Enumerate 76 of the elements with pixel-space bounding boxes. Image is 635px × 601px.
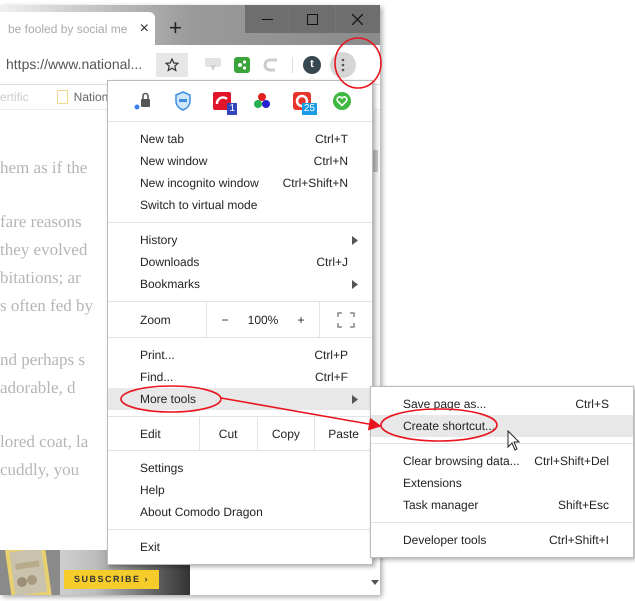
shortcut-text: Ctrl+J xyxy=(316,254,348,271)
menu-item[interactable]: Save page as... Ctrl+S xyxy=(371,393,633,415)
zoom-in-button[interactable]: + xyxy=(283,302,319,337)
menu-item[interactable]: Extensions xyxy=(371,472,633,494)
shortcut-text: Shift+Esc xyxy=(558,497,609,514)
shortcut-text: Ctrl+N xyxy=(314,153,348,170)
article-text: s often fed by xyxy=(0,295,94,317)
submenu-caret-icon xyxy=(352,280,358,288)
menu-item[interactable]: New window Ctrl+N xyxy=(108,150,372,172)
menu-item[interactable]: Exit xyxy=(108,536,372,558)
zoom-label: Zoom xyxy=(139,312,172,328)
colored-dots-icon[interactable] xyxy=(253,92,271,110)
submenu-caret-icon xyxy=(352,394,358,404)
menu-item[interactable]: About Comodo Dragon xyxy=(108,501,372,523)
menu-item[interactable]: Downloads Ctrl+J xyxy=(108,251,372,273)
menu-item[interactable]: Bookmarks xyxy=(108,273,372,295)
scroll-down-icon[interactable] xyxy=(371,580,379,585)
more-vertical-icon xyxy=(341,58,345,72)
tab-close-button[interactable]: × xyxy=(140,20,149,36)
bookmark-star-button[interactable] xyxy=(156,52,188,76)
menu-item[interactable]: Help xyxy=(108,479,372,501)
menu-item[interactable]: Clear browsing data... Ctrl+Shift+Del xyxy=(371,450,633,472)
article-text: they evolved xyxy=(0,239,88,261)
lock-icon[interactable] xyxy=(133,91,153,111)
shortcut-text: Ctrl+Shift+N xyxy=(282,175,348,192)
menu-item[interactable]: Settings xyxy=(108,457,372,479)
edit-label: Edit xyxy=(139,426,162,442)
menu-item[interactable]: Switch to virtual mode xyxy=(108,194,372,216)
article-text: nd perhaps s xyxy=(0,349,85,371)
star-icon xyxy=(165,58,179,72)
menu-item[interactable]: New tab Ctrl+T xyxy=(108,128,372,150)
article-text: hem as if the xyxy=(0,157,88,179)
maximize-icon xyxy=(306,14,318,24)
shield-icon[interactable] xyxy=(175,91,191,111)
shortcut-text: Ctrl+T xyxy=(315,131,348,148)
article-text: lored coat, la xyxy=(0,431,88,453)
menu-item[interactable]: More tools xyxy=(108,388,372,410)
shortcut-text: Ctrl+S xyxy=(575,396,609,413)
menu-item[interactable]: Print... Ctrl+P xyxy=(108,344,372,366)
edit-action-button[interactable]: Cut xyxy=(198,417,256,450)
new-tab-button[interactable]: + xyxy=(169,17,182,39)
arc-logo-icon[interactable] xyxy=(213,92,231,110)
mouse-cursor-icon xyxy=(508,430,520,451)
count-badge: 25 xyxy=(302,103,317,115)
bookmark-item[interactable]: Nation xyxy=(56,88,108,106)
menu-item[interactable]: Developer tools Ctrl+Shift+I xyxy=(371,529,633,551)
address-field[interactable]: https://www.national... xyxy=(0,54,156,75)
zoom-out-button[interactable]: − xyxy=(207,302,243,337)
menu-item[interactable]: New incognito window Ctrl+Shift+N xyxy=(108,172,372,194)
shortcut-text: Ctrl+Shift+I xyxy=(548,532,609,549)
menu-item[interactable]: Task manager Shift+Esc xyxy=(371,494,633,516)
tab-title: be fooled by social me xyxy=(8,20,128,38)
browser-tab[interactable]: be fooled by social me × xyxy=(0,12,155,45)
shortcut-text: Ctrl+Shift+Del xyxy=(534,453,609,470)
shortcut-text: Ctrl+F xyxy=(315,369,348,386)
menu-item[interactable]: Find... Ctrl+F xyxy=(108,366,372,388)
puzzle-extension-icon[interactable] xyxy=(234,56,250,72)
article-text: cuddly, you xyxy=(0,459,80,481)
edit-action-button[interactable]: Copy xyxy=(256,417,314,450)
article-text: fare reasons xyxy=(0,211,82,233)
minimize-icon xyxy=(262,18,273,20)
fullscreen-icon[interactable] xyxy=(337,312,355,328)
close-icon xyxy=(352,14,364,24)
menu-item[interactable]: Create shortcut... xyxy=(371,415,633,437)
folder-icon xyxy=(56,90,68,104)
zoom-value: 100% xyxy=(246,312,280,328)
menu-item[interactable]: History xyxy=(108,229,372,251)
menu-button[interactable] xyxy=(330,52,356,78)
avatar[interactable]: t xyxy=(303,56,321,74)
article-text: adorable, d xyxy=(0,377,76,399)
subscribe-button[interactable]: SUBSCRIBE › xyxy=(64,570,160,589)
submenu-caret-icon xyxy=(352,236,358,244)
shortcut-text: Ctrl+P xyxy=(314,347,348,364)
count-badge: 1 xyxy=(227,103,237,115)
article-text: bitations; ar xyxy=(0,267,81,289)
annotation-circle xyxy=(334,37,382,89)
